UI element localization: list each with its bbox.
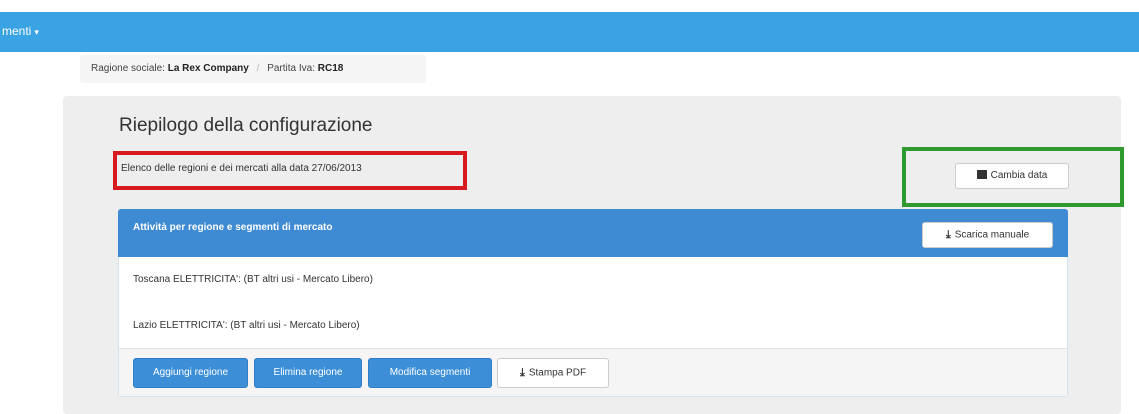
piva-label: Partita Iva: [267, 63, 316, 74]
download-manual-button[interactable]: ⤓ Scarica manuale [922, 222, 1053, 248]
remove-region-button[interactable]: Elimina regione [254, 358, 362, 388]
piva-value: RC18 [317, 63, 344, 74]
nav-menu-label: menti [2, 24, 32, 38]
breadcrumb: Ragione sociale: La Rex Company / Partit… [80, 55, 426, 83]
nav-menu-dropdown[interactable]: menti ▾ [2, 24, 39, 38]
chevron-down-icon: ▾ [34, 27, 39, 37]
add-region-button[interactable]: Aggiungi regione [133, 358, 248, 388]
print-pdf-button[interactable]: ⤓ Stampa PDF [497, 358, 609, 388]
download-icon: ⤓ [945, 229, 951, 241]
list-item: Lazio ELETTRICITA': (BT altri usi - Merc… [133, 320, 360, 331]
green-highlight-box [902, 147, 1124, 207]
ragione-label: Ragione sociale: [91, 63, 165, 74]
breadcrumb-separator: / [256, 63, 260, 74]
page-title: Riepilogo della configurazione [119, 115, 373, 136]
download-icon: ⤓ [519, 367, 525, 379]
top-navbar: menti ▾ [0, 12, 1139, 52]
red-highlight-box [113, 151, 467, 190]
panel-title: Attività per regione e segmenti di merca… [133, 222, 333, 233]
list-item: Toscana ELETTRICITA': (BT altri usi - Me… [133, 274, 373, 285]
download-manual-label: Scarica manuale [954, 229, 1030, 241]
print-pdf-label: Stampa PDF [528, 367, 587, 379]
ragione-value: La Rex Company [167, 63, 249, 74]
edit-segments-button[interactable]: Modifica segmenti [368, 358, 492, 388]
